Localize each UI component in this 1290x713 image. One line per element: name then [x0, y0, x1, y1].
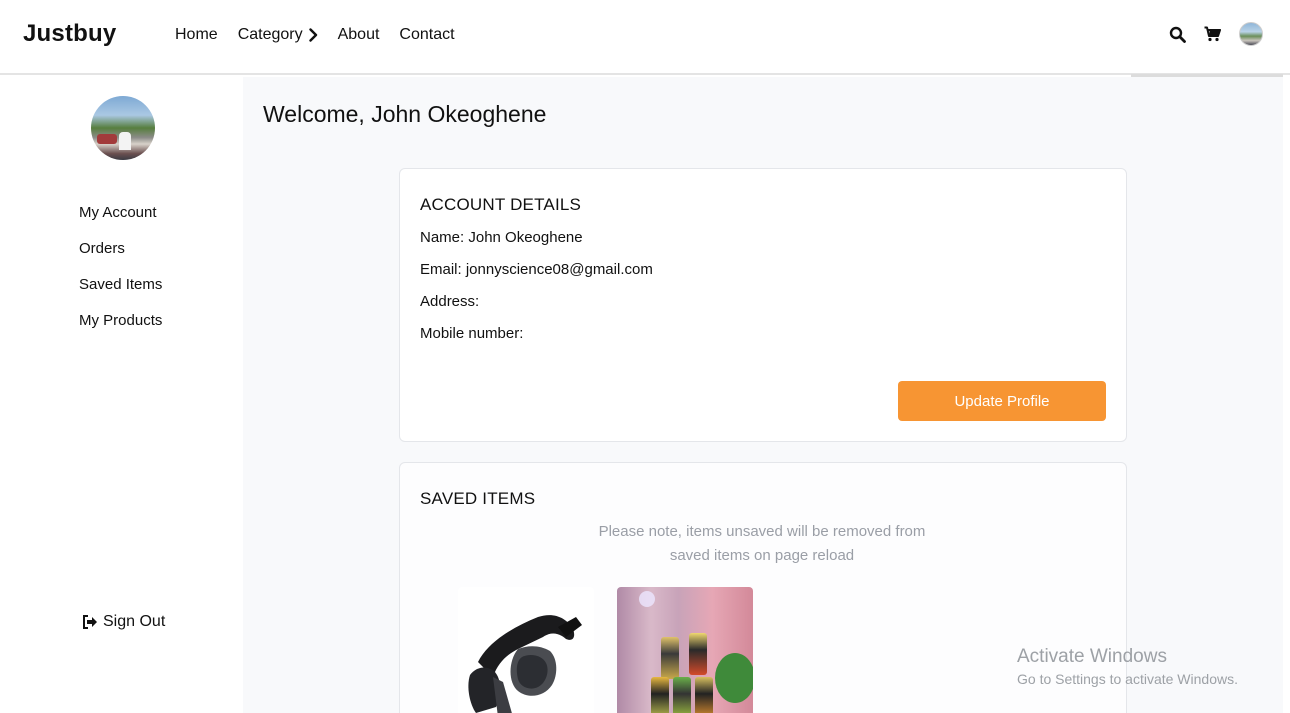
header-actions: [1151, 22, 1263, 46]
search-icon[interactable]: [1169, 26, 1186, 43]
account-address: Address:: [420, 293, 480, 310]
profile-avatar: [91, 96, 155, 160]
site-logo[interactable]: Justbuy: [23, 20, 116, 48]
account-name: Name: John Okeoghene: [420, 229, 583, 246]
saved-item-drink-cans[interactable]: [617, 587, 753, 713]
sidebar-item-orders[interactable]: Orders: [79, 240, 162, 276]
nav-contact[interactable]: Contact: [399, 26, 454, 44]
header-scroll-indicator: [1131, 74, 1283, 77]
saved-items-note: Please note, items unsaved will be remov…: [560, 520, 964, 568]
account-menu: My Account Orders Saved Items My Product…: [79, 204, 162, 348]
watermark-title: Activate Windows: [1017, 646, 1167, 667]
sign-out-button[interactable]: Sign Out: [82, 613, 165, 631]
account-details-card: ACCOUNT DETAILS Name: John Okeoghene Ema…: [399, 168, 1127, 442]
avatar-photo-figure: [119, 132, 131, 150]
sidebar-item-my-account[interactable]: My Account: [79, 204, 162, 240]
avatar-photo-detail: [97, 134, 117, 144]
sunglasses-image: [468, 615, 582, 713]
chevron-right-icon: [308, 28, 317, 42]
cart-icon[interactable]: [1204, 26, 1221, 42]
account-details-title: ACCOUNT DETAILS: [420, 195, 582, 214]
nav-contact-label: Contact: [399, 26, 455, 43]
saved-items-note-line1: Please note, items unsaved will be remov…: [598, 523, 926, 540]
sidebar-item-saved-items[interactable]: Saved Items: [79, 276, 162, 312]
account-mobile: Mobile number:: [420, 325, 524, 342]
sidebar: My Account Orders Saved Items My Product…: [0, 77, 243, 713]
sign-out-label: Sign Out: [103, 613, 166, 630]
sidebar-item-my-products[interactable]: My Products: [79, 312, 162, 348]
nav-about[interactable]: About: [338, 26, 380, 44]
account-email: Email: jonnyscience08@gmail.com: [420, 261, 653, 278]
sign-out-icon: [83, 615, 97, 629]
main-content: Welcome, John Okeoghene ACCOUNT DETAILS …: [243, 74, 1283, 713]
user-avatar[interactable]: [1239, 22, 1263, 46]
top-navbar: Justbuy Home Category About Contact: [0, 0, 1290, 75]
saved-items-title: SAVED ITEMS: [420, 489, 536, 508]
saved-item-sunglasses[interactable]: [458, 587, 594, 713]
nav-about-label: About: [337, 26, 380, 43]
nav-home-label: Home: [175, 26, 218, 43]
main-nav: Home Category About Contact: [175, 26, 475, 44]
nav-category[interactable]: Category: [238, 26, 318, 44]
saved-items-note-line2: saved items on page reload: [669, 547, 855, 564]
nav-category-label: Category: [237, 26, 303, 43]
watermark-subtitle: Go to Settings to activate Windows.: [1017, 671, 1238, 687]
windows-activation-watermark: Activate Windows Go to Settings to activ…: [1017, 646, 1238, 687]
nav-home[interactable]: Home: [175, 26, 218, 44]
update-profile-button[interactable]: Update Profile: [898, 381, 1106, 421]
page-title: Welcome, John Okeoghene: [263, 101, 547, 127]
